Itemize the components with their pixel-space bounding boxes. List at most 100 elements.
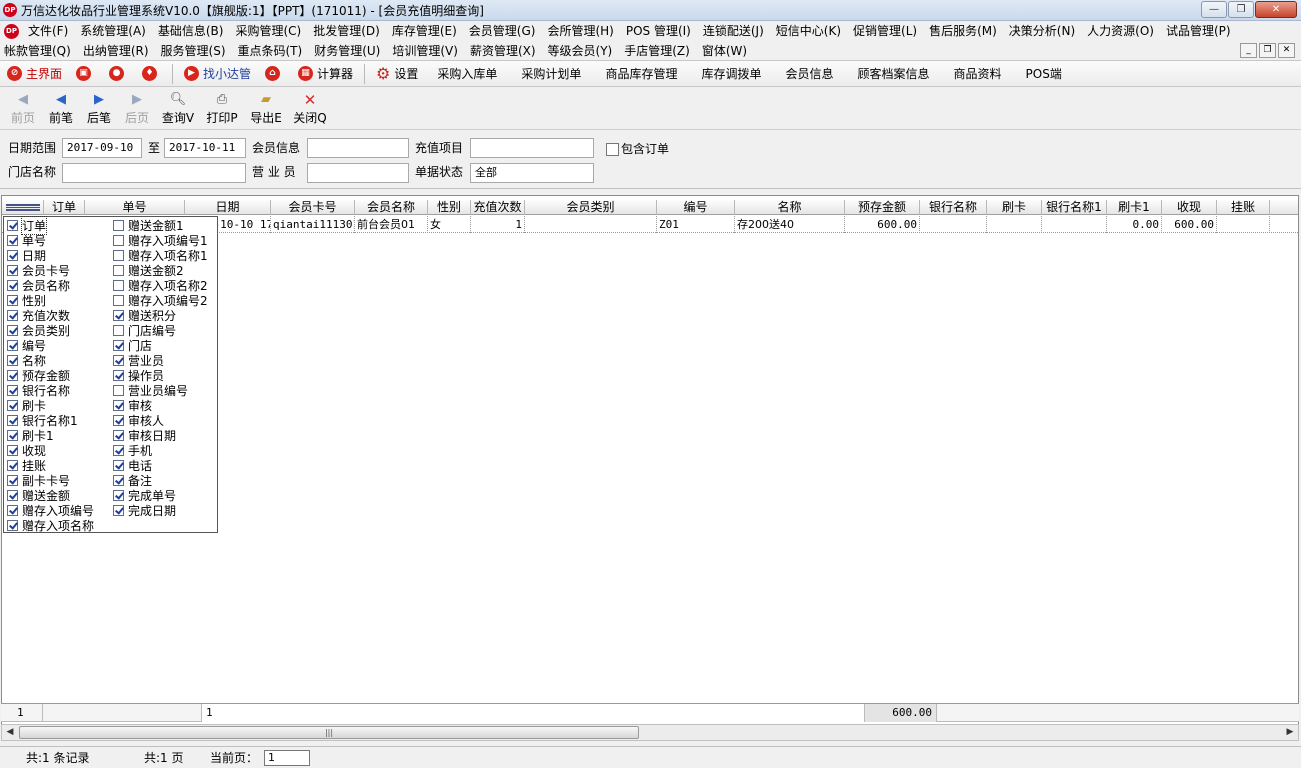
checkbox-checked-icon[interactable]	[7, 445, 18, 456]
secondary-menu-item[interactable]: 帐款管理(Q)	[0, 41, 77, 61]
column-toggle-item[interactable]: 赠送金额	[7, 488, 70, 503]
primary-menu-item[interactable]: 短信中心(K)	[770, 21, 847, 41]
checkbox-checked-icon[interactable]	[7, 265, 18, 276]
column-toggle-item[interactable]: 赠存入项名称1	[113, 248, 208, 263]
column-toggle-item[interactable]: 营业员编号	[113, 383, 188, 398]
checkbox-checked-icon[interactable]	[7, 475, 18, 486]
date-from-input[interactable]: 2017-09-10	[62, 138, 142, 158]
mdi-minimize-button[interactable]: _	[1240, 43, 1257, 58]
store-name-input[interactable]	[62, 163, 246, 183]
column-toggle-item[interactable]: 门店	[113, 338, 152, 353]
column-toggle-item[interactable]: 订单	[7, 216, 48, 235]
checkbox-checked-icon[interactable]	[7, 250, 18, 261]
column-toggle-item[interactable]: 会员卡号	[7, 263, 70, 278]
column-toggle-item[interactable]: 银行名称	[7, 383, 70, 398]
column-header[interactable]: 收现	[1162, 200, 1217, 215]
find-admin-button[interactable]: ▶ 找小达管	[177, 62, 258, 86]
column-header[interactable]: 会员类别	[525, 200, 657, 215]
column-toggle-item[interactable]: 会员名称	[7, 278, 70, 293]
scrollbar-thumb[interactable]: |||	[19, 726, 639, 739]
last-page-button[interactable]: ▶ 后页	[118, 88, 156, 128]
settings-button[interactable]: ⚙ 设置	[369, 62, 425, 86]
checkbox-checked-icon[interactable]	[7, 280, 18, 291]
column-header[interactable]: 银行名称1	[1042, 200, 1107, 215]
close-window-button[interactable]: ✕	[1255, 1, 1297, 18]
close-button[interactable]: ✕ 关闭Q	[288, 88, 332, 128]
checkbox-checked-icon[interactable]	[7, 490, 18, 501]
horizontal-scrollbar[interactable]: ◀ ||| ▶	[1, 724, 1299, 741]
checkbox-unchecked-icon[interactable]	[113, 265, 124, 276]
column-header[interactable]: 刷卡1	[1107, 200, 1162, 215]
checkbox-checked-icon[interactable]	[113, 475, 124, 486]
column-toggle-item[interactable]: 赠存入项编号1	[113, 233, 208, 248]
column-toggle-item[interactable]: 刷卡	[7, 398, 46, 413]
checkbox-checked-icon[interactable]	[7, 355, 18, 366]
column-toggle-item[interactable]: 备注	[113, 473, 152, 488]
primary-menu-item[interactable]: 基础信息(B)	[152, 21, 230, 41]
mdi-restore-button[interactable]: ❐	[1259, 43, 1276, 58]
quick-link[interactable]: 库存调拨单	[689, 62, 773, 86]
column-toggle-item[interactable]: 审核日期	[113, 428, 176, 443]
checkbox-checked-icon[interactable]	[7, 430, 18, 441]
column-header[interactable]: 会员卡号	[271, 200, 355, 215]
calculator-button[interactable]: ▦ 计算器	[291, 62, 360, 86]
checkbox-checked-icon[interactable]	[113, 445, 124, 456]
checkbox-checked-icon[interactable]	[113, 490, 124, 501]
column-toggle-item[interactable]: 预存金额	[7, 368, 70, 383]
column-toggle-item[interactable]: 赠存入项名称	[7, 518, 94, 533]
column-header[interactable]: 刷卡	[987, 200, 1042, 215]
member-info-input[interactable]	[307, 138, 409, 158]
column-header[interactable]: 订单	[44, 200, 85, 215]
primary-menu-item[interactable]: 批发管理(D)	[307, 21, 386, 41]
lock-button[interactable]: ▣	[69, 62, 102, 86]
checkbox-checked-icon[interactable]	[7, 460, 18, 471]
column-toggle-item[interactable]: 赠存入项编号2	[113, 293, 208, 308]
column-toggle-item[interactable]: 单号	[7, 233, 46, 248]
secondary-menu-item[interactable]: 出纳管理(R)	[77, 41, 155, 61]
primary-menu-item[interactable]: 文件(F)	[22, 21, 74, 41]
secondary-menu-item[interactable]: 重点条码(T)	[232, 41, 309, 61]
secondary-menu-item[interactable]: 手店管理(Z)	[618, 41, 696, 61]
quick-link[interactable]: 会员信息	[773, 62, 845, 86]
checkbox-checked-icon[interactable]	[113, 310, 124, 321]
shield-button[interactable]: ♦	[135, 62, 168, 86]
column-header[interactable]: 银行名称	[920, 200, 987, 215]
column-toggle-item[interactable]: 手机	[113, 443, 152, 458]
mdi-close-button[interactable]: ✕	[1278, 43, 1295, 58]
column-toggle-item[interactable]: 完成日期	[113, 503, 176, 518]
export-button[interactable]: ▰ 导出E	[244, 88, 288, 128]
print-button[interactable]: ⎙ 打印P	[200, 88, 244, 128]
include-orders-checkbox[interactable]	[606, 143, 619, 156]
column-header[interactable]: 日期	[185, 200, 271, 215]
checkbox-checked-icon[interactable]	[7, 385, 18, 396]
checkbox-unchecked-icon[interactable]	[113, 250, 124, 261]
checkbox-checked-icon[interactable]	[113, 400, 124, 411]
scroll-right-arrow-icon[interactable]: ▶	[1282, 725, 1298, 740]
column-header[interactable]: 名称	[735, 200, 845, 215]
quick-link[interactable]: 顾客档案信息	[845, 62, 941, 86]
checkbox-checked-icon[interactable]	[113, 505, 124, 516]
checkbox-checked-icon[interactable]	[7, 340, 18, 351]
checkbox-checked-icon[interactable]	[7, 400, 18, 411]
secondary-menu-item[interactable]: 等级会员(Y)	[542, 41, 619, 61]
checkbox-checked-icon[interactable]	[7, 310, 18, 321]
checkbox-checked-icon[interactable]	[7, 505, 18, 516]
checkbox-checked-icon[interactable]	[113, 355, 124, 366]
column-header[interactable]: 性别	[428, 200, 471, 215]
column-toggle-item[interactable]: 赠送积分	[113, 308, 176, 323]
recharge-item-input[interactable]	[470, 138, 594, 158]
column-toggle-item[interactable]: 收现	[7, 443, 46, 458]
quick-link[interactable]: POS端	[1014, 62, 1074, 86]
column-toggle-item[interactable]: 赠送金额1	[113, 218, 184, 233]
column-header[interactable]: 充值次数	[471, 200, 525, 215]
column-toggle-item[interactable]: 操作员	[113, 368, 164, 383]
primary-menu-item[interactable]: 决策分析(N)	[1003, 21, 1081, 41]
checkbox-checked-icon[interactable]	[113, 340, 124, 351]
column-toggle-item[interactable]: 日期	[7, 248, 46, 263]
checkbox-checked-icon[interactable]	[7, 325, 18, 336]
minimize-button[interactable]: —	[1201, 1, 1227, 18]
column-header[interactable]: 会员名称	[355, 200, 428, 215]
column-header[interactable]: 单号	[85, 200, 185, 215]
column-toggle-item[interactable]: 赠存入项编号	[7, 503, 94, 518]
checkbox-unchecked-icon[interactable]	[113, 325, 124, 336]
